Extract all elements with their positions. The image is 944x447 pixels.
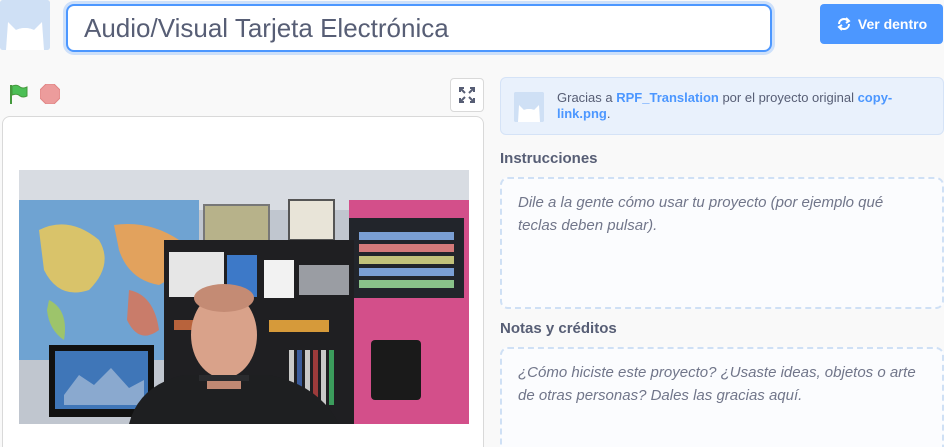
notes-heading: Notas y créditos xyxy=(500,320,617,337)
project-title-input[interactable]: Audio/Visual Tarjeta Electrónica xyxy=(66,4,772,52)
credit-middle: por el proyecto original xyxy=(718,90,858,105)
see-inside-button[interactable]: Ver dentro xyxy=(820,4,943,44)
cat-avatar-icon xyxy=(514,92,544,122)
remix-arrows-icon xyxy=(837,17,851,31)
original-author-avatar[interactable] xyxy=(514,92,544,122)
credit-text: Gracias a RPF_Translation por el proyect… xyxy=(557,90,937,122)
author-link[interactable]: RPF_Translation xyxy=(616,90,719,105)
credit-suffix: . xyxy=(606,106,611,121)
green-flag-icon[interactable] xyxy=(8,84,28,104)
instructions-textarea[interactable]: Dile a la gente cómo usar tu proyecto (p… xyxy=(500,177,944,309)
credit-prefix: Gracias a xyxy=(557,90,617,105)
instructions-heading: Instrucciones xyxy=(500,150,598,167)
fullscreen-button[interactable] xyxy=(450,78,484,112)
cat-avatar-icon xyxy=(0,0,50,50)
project-avatar[interactable] xyxy=(0,0,50,50)
fullscreen-icon xyxy=(459,87,475,103)
project-stage[interactable] xyxy=(2,116,484,447)
remix-credit: Gracias a RPF_Translation por el proyect… xyxy=(500,77,944,135)
webcam-video xyxy=(19,170,469,424)
stop-sign-icon[interactable] xyxy=(40,84,60,104)
see-inside-label: Ver dentro xyxy=(857,16,928,32)
notes-textarea[interactable]: ¿Cómo hiciste este proyecto? ¿Usaste ide… xyxy=(500,347,944,447)
